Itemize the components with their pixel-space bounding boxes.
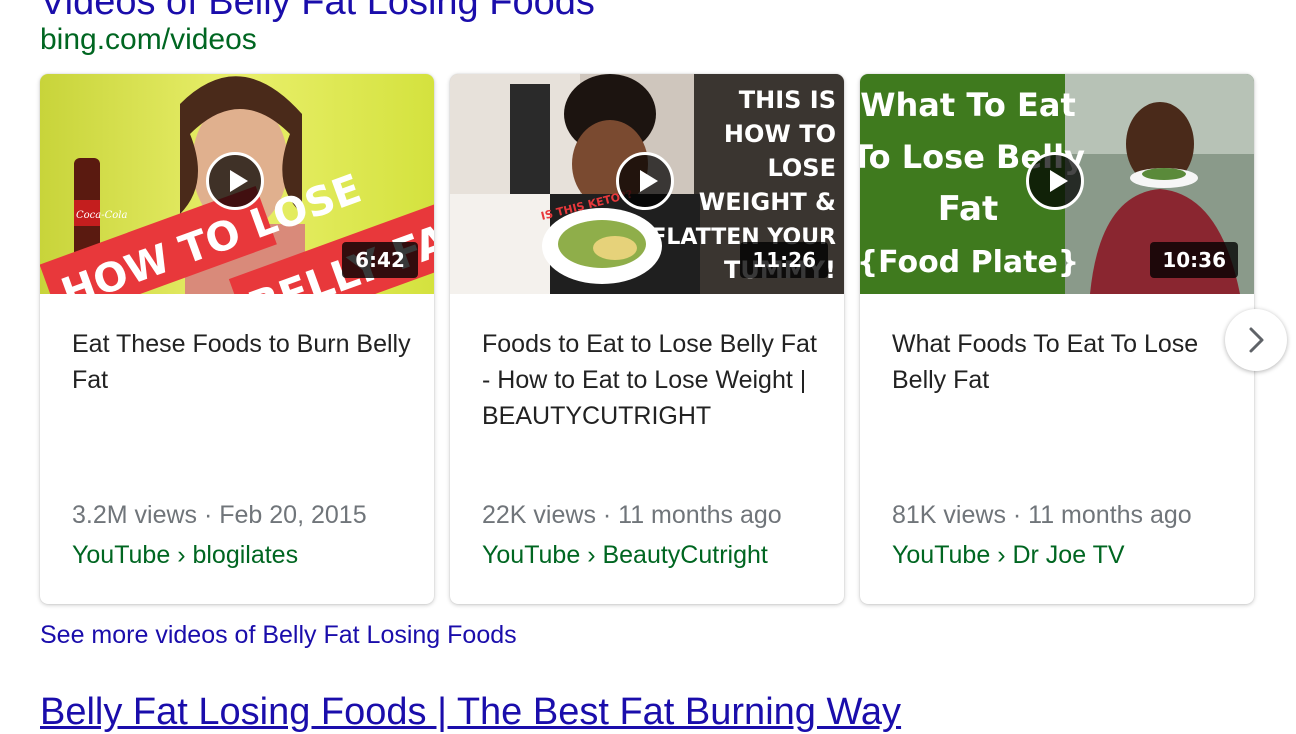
video-thumbnail[interactable]: IS THIS KETO?? THIS IS HOW TO LOSE WEIGH… [450, 74, 844, 294]
video-channel: YouTube › BeautyCutright [482, 541, 768, 569]
video-card[interactable]: IS THIS KETO?? THIS IS HOW TO LOSE WEIGH… [450, 74, 844, 604]
source-url[interactable]: bing.com/videos [40, 22, 257, 58]
play-icon[interactable] [206, 152, 264, 210]
video-title[interactable]: What Foods To Eat To Lose Belly Fat [892, 326, 1232, 398]
video-channel: YouTube › Dr Joe TV [892, 541, 1125, 569]
thumbnail-text-line4: WEIGHT & [699, 188, 836, 216]
thumbnail-text-line3: Fat [938, 189, 998, 229]
next-result-title[interactable]: Belly Fat Losing Foods | The Best Fat Bu… [40, 690, 901, 734]
section-title[interactable]: Videos of Belly Fat Losing Foods [40, 0, 595, 22]
duration-badge: 11:26 [740, 242, 828, 278]
video-title[interactable]: Eat These Foods to Burn Belly Fat [72, 326, 412, 398]
video-meta: 81K views · 11 months ago [892, 501, 1192, 529]
video-meta: 22K views · 11 months ago [482, 501, 782, 529]
video-thumbnail[interactable]: Coca-Cola HOW TO LOSE BELLY FAT 6:42 [40, 74, 434, 294]
thumbnail-text-line2: HOW TO [724, 120, 836, 148]
video-title[interactable]: Foods to Eat to Lose Belly Fat - How to … [482, 326, 822, 434]
thumbnail-text-line3: LOSE [767, 154, 836, 182]
see-more-link[interactable]: See more videos of Belly Fat Losing Food… [40, 617, 517, 653]
duration-badge: 6:42 [342, 242, 418, 278]
thumbnail-text-line1: THIS IS [739, 86, 836, 114]
brand-label: Coca-Cola [76, 210, 127, 221]
video-thumbnail[interactable]: What To Eat To Lose Belly Fat {Food Plat… [860, 74, 1254, 294]
chevron-right-icon [1249, 327, 1264, 353]
play-icon[interactable] [616, 152, 674, 210]
play-icon[interactable] [1026, 152, 1084, 210]
next-carousel-button[interactable] [1225, 309, 1287, 371]
video-card[interactable]: What To Eat To Lose Belly Fat {Food Plat… [860, 74, 1254, 604]
duration-badge: 10:36 [1150, 242, 1238, 278]
video-card[interactable]: Coca-Cola HOW TO LOSE BELLY FAT 6:42 Eat… [40, 74, 434, 604]
video-channel: YouTube › blogilates [72, 541, 299, 569]
thumbnail-text-line4: {Food Plate} [860, 245, 1079, 280]
thumbnail-text-line1: What To Eat [860, 86, 1076, 124]
video-meta: 3.2M views · Feb 20, 2015 [72, 501, 367, 529]
